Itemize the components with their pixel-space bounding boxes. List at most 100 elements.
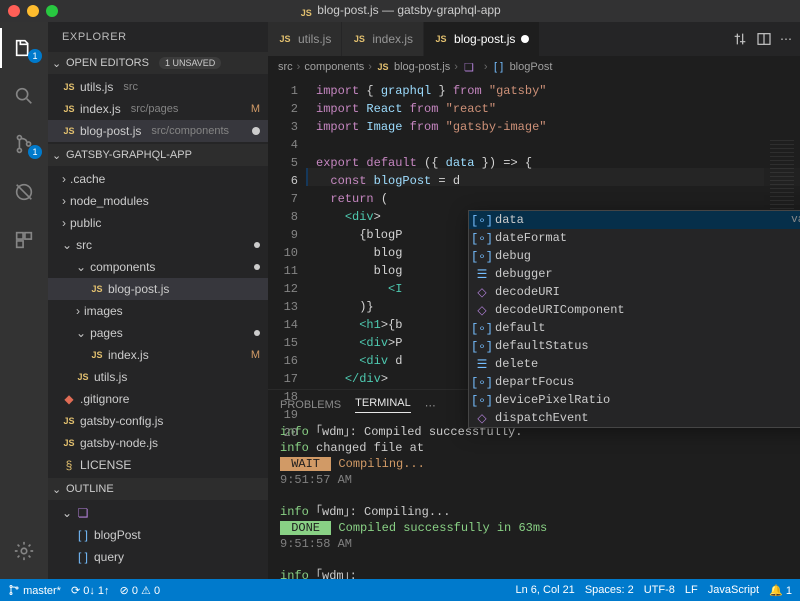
open-editor-item[interactable]: JSblog-post.jssrc/components: [48, 120, 268, 142]
folder-item[interactable]: ⌄src: [48, 234, 268, 256]
chevron-icon: ›: [62, 172, 66, 186]
sidebar: EXPLORER ⌄ OPEN EDITORS 1 UNSAVED JSutil…: [48, 22, 268, 579]
file-item[interactable]: JSgatsby-node.js: [48, 432, 268, 454]
maximize-window[interactable]: [46, 5, 58, 17]
tab-bar: JSutils.jsJSindex.jsJSblog-post.js ⋯: [268, 22, 800, 56]
file-item[interactable]: JSgatsby-config.js: [48, 410, 268, 432]
activity-debug[interactable]: [0, 172, 48, 212]
autocomplete-item[interactable]: ◇decodeURI: [469, 283, 800, 301]
activity-scm[interactable]: 1: [0, 124, 48, 164]
chevron-down-icon: ⌄: [52, 483, 62, 496]
file-item[interactable]: JSutils.js: [48, 366, 268, 388]
autocomplete-item[interactable]: ◇dispatchEvent: [469, 409, 800, 427]
variable-icon: [ ]: [76, 528, 90, 542]
folder-item[interactable]: ›.cache: [48, 168, 268, 190]
autocomplete-item[interactable]: [∘]debug: [469, 247, 800, 265]
function-icon: ❏: [462, 60, 476, 74]
js-file-icon: JS: [62, 80, 76, 94]
editor-tab[interactable]: JSindex.js: [342, 22, 424, 56]
explorer-badge: 1: [28, 49, 42, 63]
folder-item[interactable]: ›public: [48, 212, 268, 234]
breadcrumb-segment[interactable]: blog-post.js: [394, 61, 450, 73]
modified-dot: [254, 242, 260, 248]
status-bar: master* ⟳ 0↓ 1↑ ⊘ 0 ⚠ 0 Ln 6, Col 21 Spa…: [0, 579, 800, 601]
status-problems[interactable]: ⊘ 0 ⚠ 0: [120, 584, 161, 597]
breadcrumb-segment[interactable]: blogPost: [510, 61, 553, 73]
completion-kind-icon: [∘]: [475, 213, 489, 228]
status-spaces[interactable]: Spaces: 2: [585, 584, 634, 596]
autocomplete-item[interactable]: [∘]default: [469, 319, 800, 337]
status-lang[interactable]: JavaScript: [708, 584, 759, 596]
file-item[interactable]: ◆.gitignore: [48, 388, 268, 410]
breadcrumb-segment[interactable]: src: [278, 61, 293, 73]
open-editor-item[interactable]: JSutils.jssrc: [48, 76, 268, 98]
open-editor-item[interactable]: JSindex.jssrc/pagesM: [48, 98, 268, 120]
status-eol[interactable]: LF: [685, 584, 698, 596]
outline-item[interactable]: ⌄❏: [48, 502, 268, 524]
autocomplete-item[interactable]: ☰debugger: [469, 265, 800, 283]
status-sync[interactable]: ⟳ 0↓ 1↑: [71, 584, 110, 597]
completion-kind-icon: ☰: [475, 267, 489, 282]
autocomplete-item[interactable]: [∘]departFocus: [469, 373, 800, 391]
compare-changes-icon[interactable]: [732, 31, 748, 47]
close-window[interactable]: [8, 5, 20, 17]
modified-dot: [254, 330, 260, 336]
js-file-icon: JS: [278, 32, 292, 46]
activity-explorer[interactable]: 1: [0, 28, 48, 68]
function-icon: ❏: [76, 506, 90, 520]
breadcrumb-segment[interactable]: components: [304, 61, 364, 73]
activity-settings[interactable]: [0, 531, 48, 571]
status-branch[interactable]: master*: [8, 584, 61, 597]
file-item[interactable]: §LICENSE: [48, 454, 268, 476]
minimize-window[interactable]: [27, 5, 39, 17]
variable-icon: [ ]: [76, 550, 90, 564]
titlebar: JSblog-post.js — gatsby-graphql-app: [0, 0, 800, 22]
autocomplete-item[interactable]: [∘]dateFormat: [469, 229, 800, 247]
file-item[interactable]: JSblog-post.js: [48, 278, 268, 300]
panel-tab-terminal[interactable]: TERMINAL: [355, 397, 411, 413]
variable-icon: [ ]: [492, 60, 506, 74]
editor-tab[interactable]: JSblog-post.js: [424, 22, 540, 56]
completion-kind-icon: ◇: [475, 303, 489, 318]
js-file-icon: JS: [376, 60, 390, 74]
outline-item[interactable]: [ ]query: [48, 546, 268, 568]
section-outline[interactable]: ⌄ OUTLINE: [48, 478, 268, 500]
chevron-down-icon: ⌄: [52, 149, 62, 162]
section-open-editors[interactable]: ⌄ OPEN EDITORS 1 UNSAVED: [48, 52, 268, 74]
autocomplete-item[interactable]: [∘]defaultStatus: [469, 337, 800, 355]
more-icon[interactable]: ⋯: [780, 32, 792, 46]
editor-tab[interactable]: JSutils.js: [268, 22, 342, 56]
file-item[interactable]: JSindex.jsM: [48, 344, 268, 366]
js-file-icon: JS: [352, 32, 366, 46]
terminal-output[interactable]: info ｢wdm｣: Compiled successfully.info c…: [268, 420, 800, 579]
autocomplete-item[interactable]: ◇decodeURIComponent: [469, 301, 800, 319]
folder-item[interactable]: ⌄pages: [48, 322, 268, 344]
status-feedback[interactable]: 🔔 1: [769, 584, 792, 597]
split-editor-icon[interactable]: [756, 31, 772, 47]
dirty-indicator: [252, 127, 260, 135]
autocomplete-item[interactable]: [∘]devicePixelRatio: [469, 391, 800, 409]
breadcrumb[interactable]: src›components›JSblog-post.js›❏›[ ]blogP…: [268, 56, 800, 78]
section-workspace[interactable]: ⌄ GATSBY-GRAPHQL-APP: [48, 144, 268, 166]
folder-item[interactable]: ⌄components: [48, 256, 268, 278]
git-file-icon: ◆: [62, 392, 76, 406]
chevron-icon: ⌄: [62, 238, 72, 252]
unsaved-tag: 1 UNSAVED: [159, 57, 221, 69]
scm-badge: 1: [28, 145, 42, 159]
status-cursor[interactable]: Ln 6, Col 21: [515, 584, 574, 596]
js-file-icon: JS: [76, 370, 90, 384]
autocomplete-item[interactable]: ☰delete: [469, 355, 800, 373]
autocomplete-popup[interactable]: [∘]datavar data: anyi[∘]dateFormat[∘]deb…: [468, 210, 800, 428]
js-file-icon: JS: [62, 414, 76, 428]
status-encoding[interactable]: UTF-8: [644, 584, 675, 596]
folder-item[interactable]: ›images: [48, 300, 268, 322]
panel-tab-more[interactable]: ⋯: [425, 399, 436, 412]
folder-item[interactable]: ›node_modules: [48, 190, 268, 212]
activity-search[interactable]: [0, 76, 48, 116]
activity-extensions[interactable]: [0, 220, 48, 260]
outline-item[interactable]: [ ]blogPost: [48, 524, 268, 546]
autocomplete-item[interactable]: [∘]datavar data: anyi: [469, 211, 800, 229]
completion-kind-icon: [∘]: [475, 231, 489, 246]
js-file-icon: JS: [434, 32, 448, 46]
completion-kind-icon: ◇: [475, 411, 489, 426]
